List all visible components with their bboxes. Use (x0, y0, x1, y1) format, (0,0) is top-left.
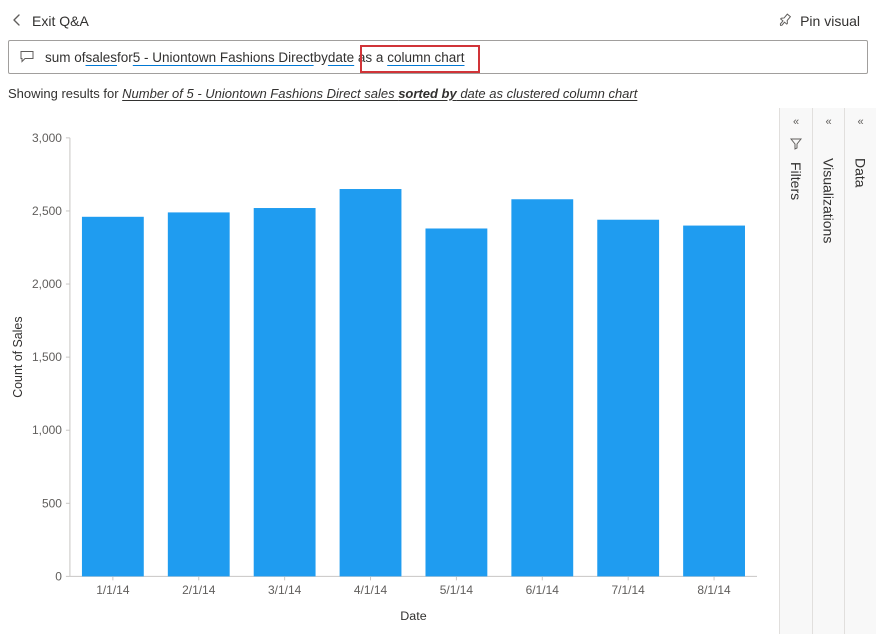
pin-visual-label: Pin visual (800, 13, 860, 29)
filters-pane-toggle[interactable]: « Filters (780, 108, 812, 634)
bar-1/1/14[interactable] (82, 217, 144, 577)
svg-text:2,500: 2,500 (32, 204, 62, 218)
bar-7/1/14[interactable] (597, 220, 659, 577)
qna-query-text: sum of sales for 5 - Uniontown Fashions … (45, 50, 465, 65)
svg-text:8/1/14: 8/1/14 (697, 583, 731, 597)
bar-2/1/14[interactable] (168, 212, 230, 576)
svg-text:500: 500 (42, 496, 62, 510)
results-interpretation: Showing results for Number of 5 - Uniont… (0, 74, 876, 105)
qna-query-input[interactable]: sum of sales for 5 - Uniontown Fashions … (8, 40, 868, 74)
svg-text:Count of Sales: Count of Sales (11, 316, 25, 397)
svg-text:1,500: 1,500 (32, 350, 62, 364)
svg-text:Date: Date (400, 609, 426, 623)
chevron-collapse-icon: « (857, 116, 863, 128)
chevron-left-icon (12, 13, 22, 29)
bar-3/1/14[interactable] (254, 208, 316, 576)
filters-pane-label: Filters (788, 162, 804, 200)
column-chart-visual[interactable]: 0 500 1,000 1,500 2,000 2,500 3,000 1/1/14 2/1/1… (0, 108, 779, 634)
chevron-collapse-icon: « (793, 116, 799, 128)
visualizations-pane-toggle[interactable]: « Visualizations (812, 108, 844, 634)
svg-text:3/1/14: 3/1/14 (268, 583, 302, 597)
svg-text:2,000: 2,000 (32, 277, 62, 291)
svg-text:4/1/14: 4/1/14 (354, 583, 388, 597)
svg-text:1/1/14: 1/1/14 (96, 583, 130, 597)
svg-text:3,000: 3,000 (32, 131, 62, 145)
pin-visual-button[interactable]: Pin visual (778, 13, 860, 30)
svg-text:7/1/14: 7/1/14 (612, 583, 646, 597)
exit-qna-label: Exit Q&A (32, 13, 89, 29)
visualizations-pane-label: Visualizations (821, 158, 837, 243)
bar-4/1/14[interactable] (340, 189, 402, 576)
svg-text:2/1/14: 2/1/14 (182, 583, 216, 597)
bar-6/1/14[interactable] (511, 199, 573, 576)
exit-qna-button[interactable]: Exit Q&A (12, 13, 89, 29)
chevron-collapse-icon: « (825, 116, 831, 128)
data-pane-label: Data (853, 158, 869, 188)
speech-bubble-icon (19, 49, 35, 65)
filter-icon (790, 138, 802, 153)
pin-icon (778, 13, 792, 30)
data-pane-toggle[interactable]: « Data (844, 108, 876, 634)
bar-8/1/14[interactable] (683, 226, 745, 577)
bar-5/1/14[interactable] (425, 228, 487, 576)
svg-text:1,000: 1,000 (32, 423, 62, 437)
chart-svg: 0 500 1,000 1,500 2,000 2,500 3,000 1/1/14 2/1/1… (8, 120, 767, 626)
svg-text:5/1/14: 5/1/14 (440, 583, 474, 597)
svg-text:6/1/14: 6/1/14 (526, 583, 560, 597)
svg-text:0: 0 (55, 569, 62, 583)
